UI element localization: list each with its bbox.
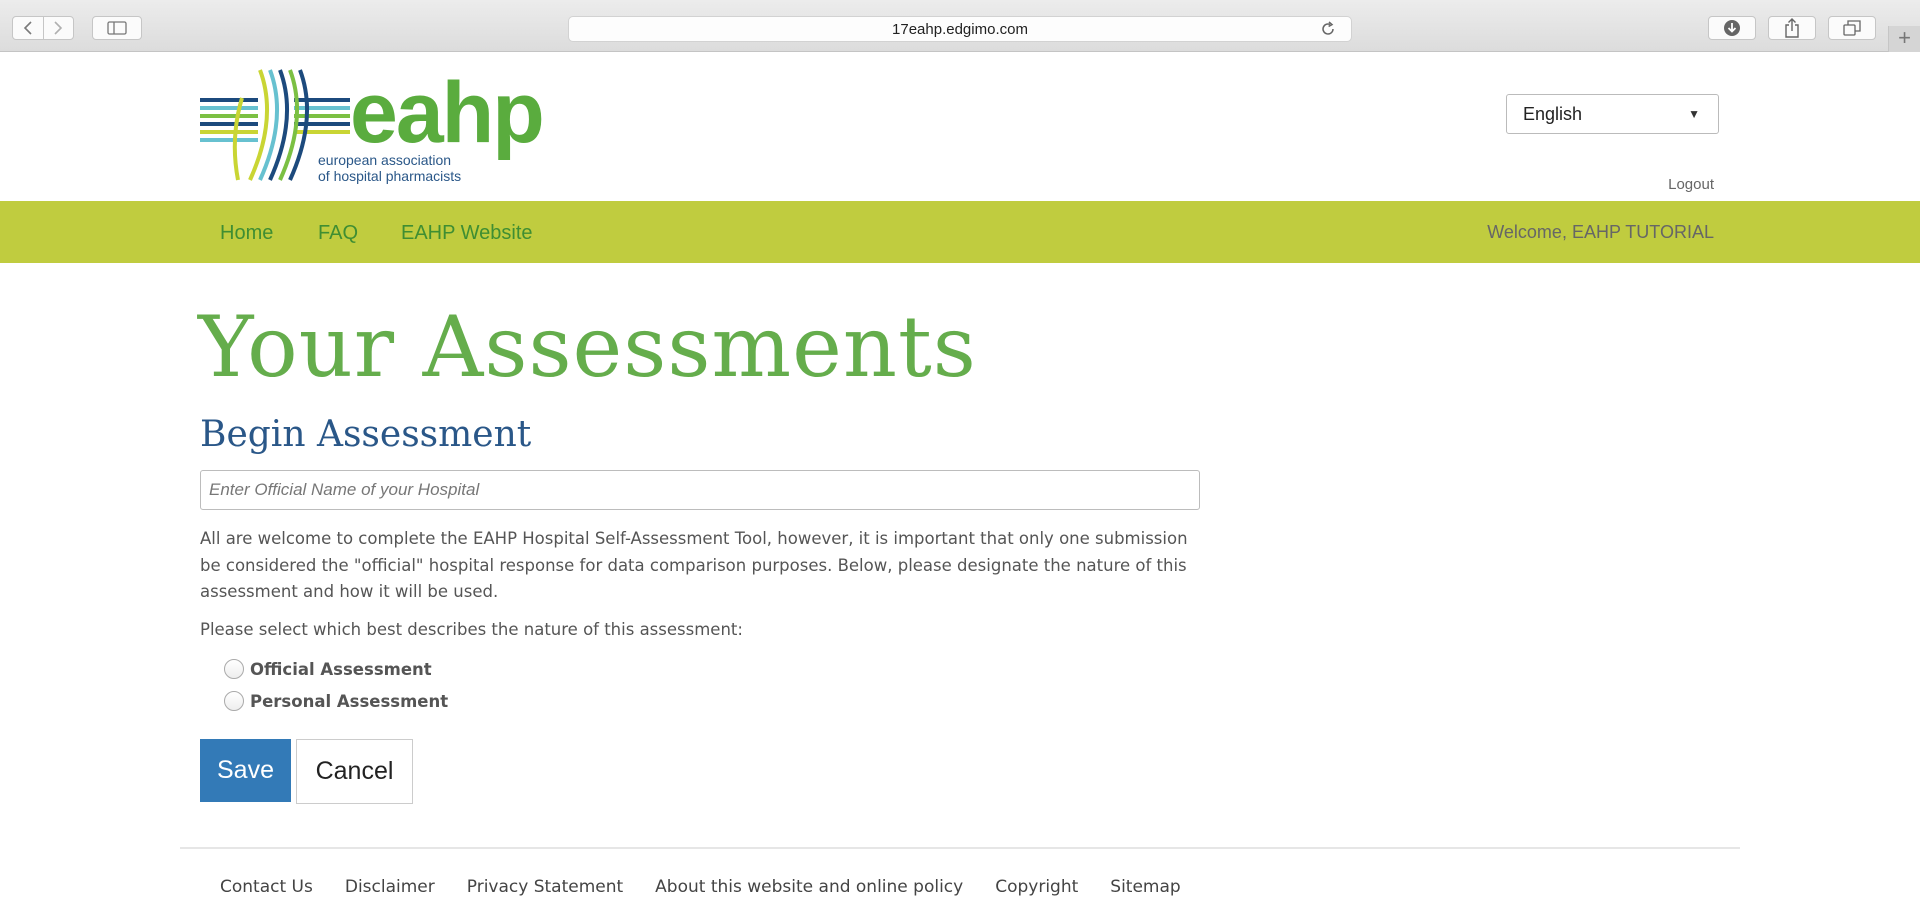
language-select[interactable]: English ▼ — [1506, 94, 1719, 134]
history-nav — [12, 16, 74, 40]
logo-tagline-line-1: european association — [318, 152, 452, 168]
sidebar-icon — [107, 21, 127, 35]
official-assessment-radio[interactable] — [224, 659, 244, 679]
logo-tagline-line-2: of hospital pharmacists — [318, 168, 462, 184]
logo-tagline: european association of hospital pharmac… — [318, 152, 461, 184]
intro-paragraph: All are welcome to complete the EAHP Hos… — [200, 529, 1188, 601]
share-button[interactable] — [1768, 16, 1816, 40]
tabs-icon — [1843, 20, 1861, 36]
footer-sitemap-link[interactable]: Sitemap — [1110, 877, 1180, 897]
logout-link[interactable]: Logout — [1668, 176, 1714, 193]
eahp-logo[interactable]: eahp european association of hospital ph… — [200, 68, 545, 184]
footer-links: Contact Us Disclaimer Privacy Statement … — [220, 877, 1181, 897]
logo-wordmark: eahp — [350, 65, 545, 161]
assessment-type-prompt: Please select which best describes the n… — [200, 620, 743, 639]
save-button[interactable]: Save — [200, 739, 291, 802]
language-selected-value: English — [1523, 103, 1583, 124]
personal-assessment-label: Personal Assessment — [250, 691, 449, 711]
footer-contact-us-link[interactable]: Contact Us — [220, 877, 313, 897]
footer-disclaimer-link[interactable]: Disclaimer — [345, 877, 435, 897]
official-assessment-option[interactable]: Official Assessment — [224, 659, 432, 679]
hospital-name-input[interactable] — [200, 470, 1200, 510]
nav-home-link[interactable]: Home — [220, 222, 273, 245]
footer-copyright-link[interactable]: Copyright — [995, 877, 1078, 897]
caret-down-icon: ▼ — [1688, 107, 1700, 121]
welcome-message: Welcome, EAHP TUTORIAL — [1487, 222, 1714, 242]
footer-about-policy-link[interactable]: About this website and online policy — [655, 877, 963, 897]
tabs-overview-button[interactable] — [1828, 16, 1876, 40]
address-url: 17eahp.edgimo.com — [892, 20, 1028, 38]
downloads-button[interactable] — [1708, 16, 1756, 40]
forward-button[interactable] — [42, 17, 74, 39]
personal-assessment-option[interactable]: Personal Assessment — [224, 691, 448, 711]
new-tab-button[interactable]: + — [1888, 26, 1920, 52]
section-title: Begin Assessment — [200, 414, 532, 455]
browser-toolbar: 17eahp.edgimo.com + — [0, 0, 1920, 52]
cancel-button[interactable]: Cancel — [296, 739, 413, 804]
chevron-right-icon — [54, 21, 63, 35]
reload-icon[interactable] — [1319, 20, 1337, 38]
chevron-left-icon — [23, 21, 32, 35]
share-icon — [1785, 18, 1799, 38]
address-bar[interactable]: 17eahp.edgimo.com — [568, 16, 1352, 42]
main-navbar: Home FAQ EAHP Website Welcome, EAHP TUTO… — [0, 201, 1920, 263]
footer-divider — [180, 847, 1740, 849]
nav-faq-link[interactable]: FAQ — [318, 222, 358, 245]
official-assessment-label: Official Assessment — [250, 659, 432, 679]
sidebar-toggle-button[interactable] — [92, 16, 142, 40]
page-title: Your Assessments — [198, 298, 977, 396]
footer-privacy-statement-link[interactable]: Privacy Statement — [467, 877, 623, 897]
back-button[interactable] — [13, 17, 43, 39]
personal-assessment-radio[interactable] — [224, 691, 244, 711]
download-icon — [1724, 20, 1740, 36]
nav-eahp-website-link[interactable]: EAHP Website — [401, 222, 533, 245]
